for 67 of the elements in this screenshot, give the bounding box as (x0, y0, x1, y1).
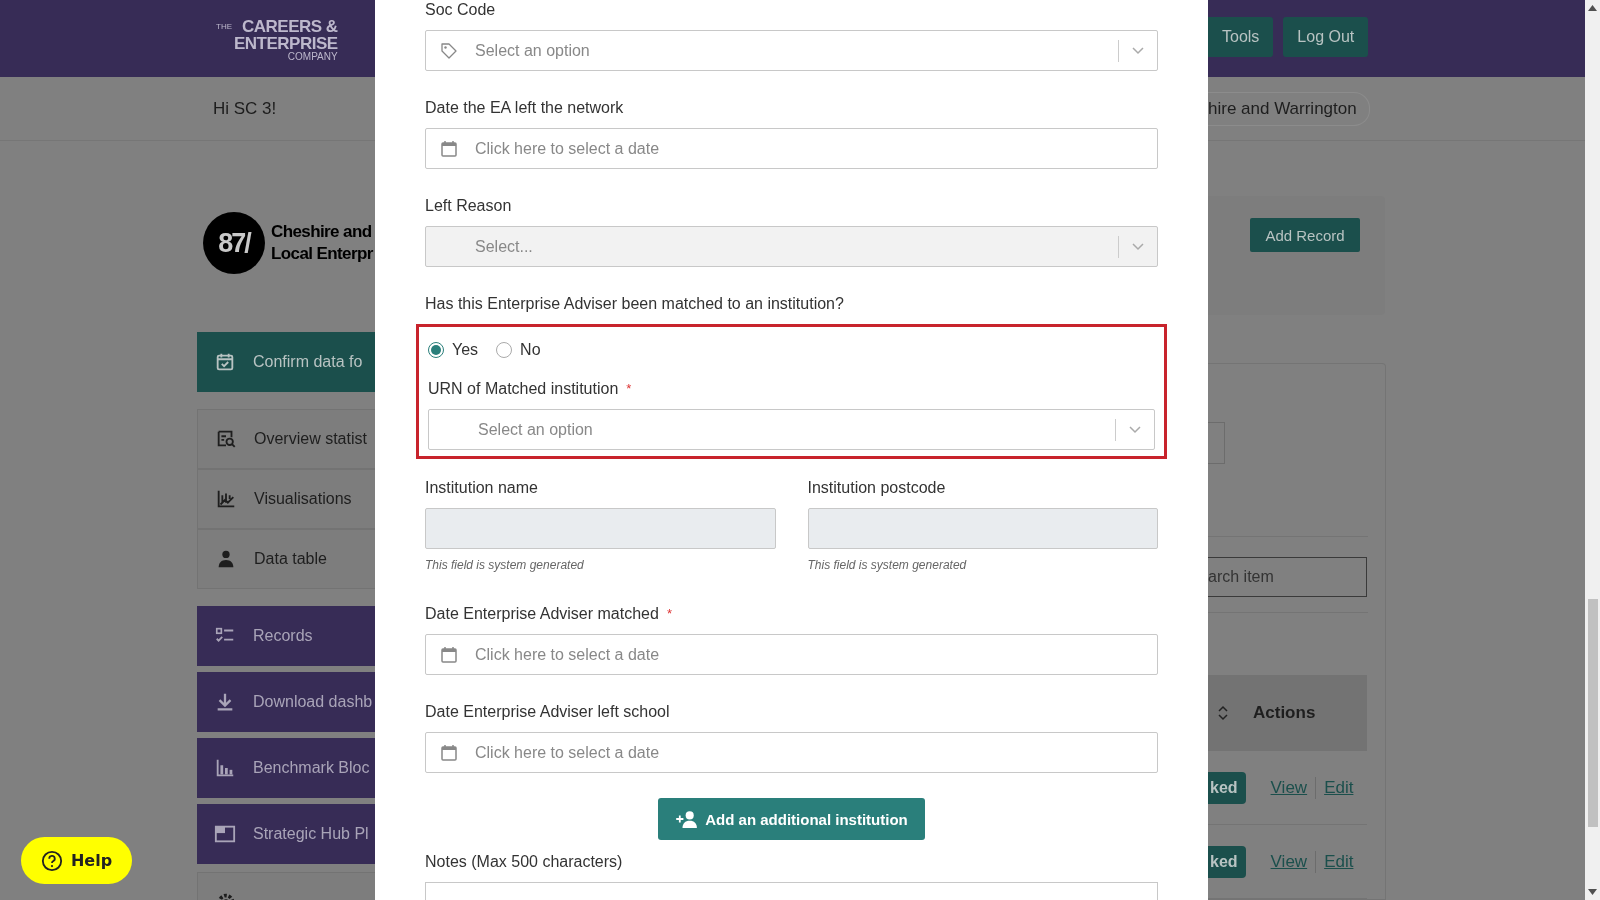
question-label: Has this Enterprise Adviser been matched to an institution? (425, 295, 844, 312)
sidebar-item[interactable]: Data table (197, 529, 375, 589)
action-link[interactable]: Edit (1324, 851, 1354, 872)
chevron-down-icon (1132, 242, 1144, 251)
sidebar-item[interactable]: Records (197, 606, 375, 666)
radio-option[interactable]: No (496, 341, 541, 359)
sort-icon[interactable] (1218, 705, 1228, 721)
add-institution-button[interactable]: Add an additional institution (658, 798, 925, 840)
field-hint: This field is system generated (807, 558, 968, 572)
field-label: Date Enterprise Adviser left school (425, 703, 670, 720)
required-asterisk: * (626, 381, 632, 396)
field-label: Institution name (425, 479, 538, 496)
search-field[interactable]: arch item (1208, 557, 1367, 597)
scroll-down-icon[interactable] (1588, 889, 1597, 895)
help-button[interactable]: Help (21, 837, 132, 884)
sidebar-item[interactable]: Benchmark Bloc (197, 738, 375, 798)
header-button[interactable]: Tools (1208, 17, 1274, 57)
field-label: Notes (Max 500 characters) (425, 853, 623, 870)
add-record-button[interactable]: Add Record (1250, 218, 1360, 252)
field-label: Institution postcode (807, 479, 946, 496)
field-label: Date Enterprise Adviser matched (425, 605, 659, 622)
date-field[interactable]: Click here to select a date (425, 732, 1158, 773)
calendar-icon (440, 743, 458, 762)
field-label: Soc Code (425, 1, 496, 18)
date-field[interactable]: Click here to select a date (425, 128, 1158, 169)
select-field[interactable]: Select an option (428, 409, 1155, 450)
chart-icon (215, 488, 237, 510)
column-header: Actions (1253, 703, 1316, 723)
organisation-name: Local Enterpr (271, 243, 373, 265)
action-link[interactable]: View (1270, 851, 1308, 872)
header-button[interactable]: Log Out (1283, 17, 1369, 57)
scrollbar[interactable] (1585, 0, 1600, 900)
organisation-badge: 87/ (203, 212, 265, 274)
input-field[interactable] (1208, 422, 1225, 464)
organisation-name: Cheshire and (271, 220, 373, 243)
sidebar-item[interactable]: Confirm data fo (197, 332, 375, 392)
field-label: URN of Matched institution (428, 380, 619, 397)
sidebar-item[interactable]: Download dashb (197, 672, 375, 732)
sidebar-item[interactable]: Overview statist (197, 409, 375, 469)
field-hint: This field is system generated (425, 558, 585, 572)
chevron-down-icon (1132, 46, 1144, 55)
status-badge: ked (1208, 771, 1246, 804)
radio-option[interactable]: Yes (428, 341, 479, 359)
tag-icon (440, 41, 458, 60)
action-link[interactable]: Edit (1324, 777, 1354, 798)
calendar-icon (440, 645, 458, 664)
scroll-up-icon[interactable] (1588, 5, 1597, 11)
document-search-icon (215, 428, 237, 450)
help-icon (40, 849, 63, 872)
scrollbar-thumb[interactable] (1587, 599, 1598, 827)
calendar-icon (440, 139, 458, 158)
required-asterisk: * (666, 606, 672, 621)
status-badge: ked (1208, 845, 1246, 878)
add-person-icon (675, 810, 700, 828)
greeting-text: Hi SC 3! (213, 98, 277, 119)
field-label: Left Reason (425, 197, 512, 214)
window-icon (214, 823, 236, 845)
region-pill: hire and Warrington (1208, 91, 1370, 126)
field-label: Date the EA left the network (425, 99, 624, 116)
bar-chart-icon (214, 757, 236, 779)
chevron-down-icon (1129, 425, 1141, 434)
sidebar-item[interactable]: Visualisations (197, 469, 375, 529)
calendar-check-icon (214, 351, 236, 373)
action-link[interactable]: View (1270, 777, 1308, 798)
select-field[interactable]: Select an option (425, 30, 1158, 71)
date-field[interactable]: Click here to select a date (425, 634, 1158, 675)
sidebar-item[interactable]: Strategic Hub Pl (197, 804, 375, 864)
